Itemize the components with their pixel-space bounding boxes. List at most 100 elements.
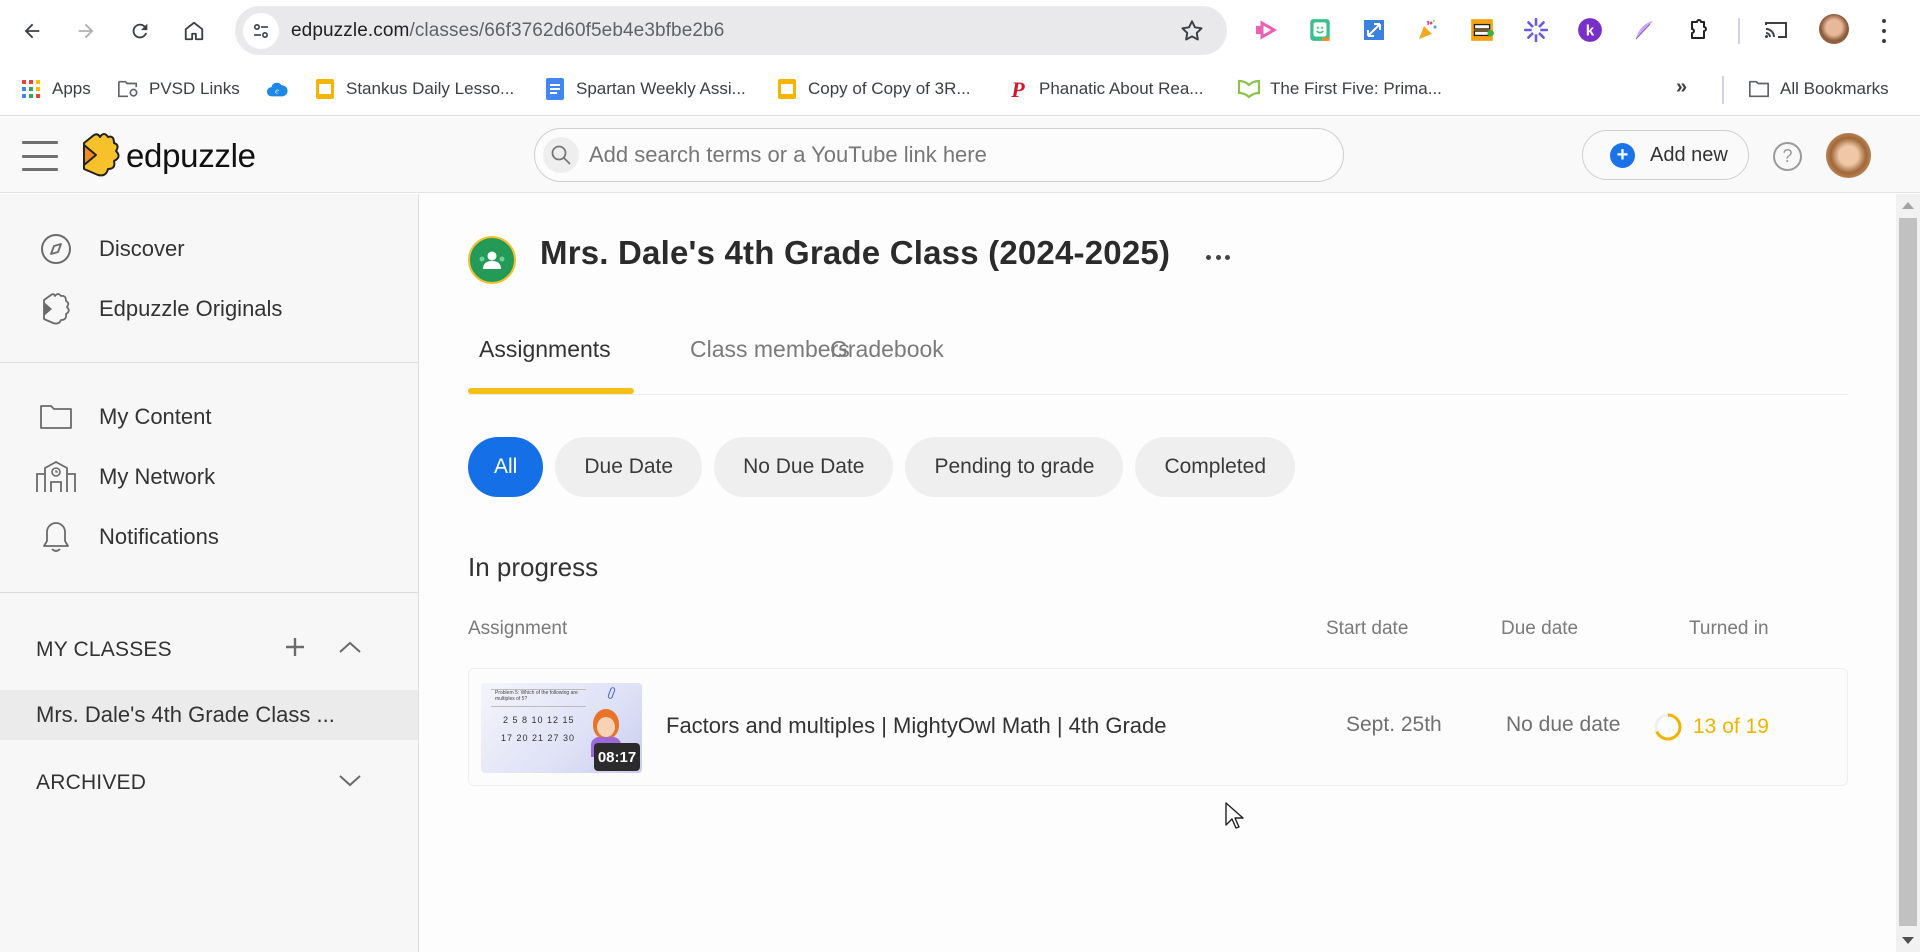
bookmark-pvsd-links[interactable]: PVSD Links (117, 74, 240, 104)
app-header: edpuzzle + Add new ? (0, 117, 1920, 193)
main-content: Mrs. Dale's 4th Grade Class (2024-2025) … (420, 194, 1896, 952)
expand-chevron-down-icon[interactable] (335, 766, 365, 796)
reload-button[interactable] (122, 13, 158, 49)
bookmark-first-five[interactable]: The First Five: Prima... (1238, 74, 1442, 104)
pink-arrow-extension-icon[interactable] (1252, 16, 1280, 44)
mouse-cursor-icon (1225, 802, 1244, 829)
add-new-label: Add new (1650, 143, 1728, 166)
edpuzzle-puzzle-logo-icon (83, 133, 120, 177)
cast-icon[interactable] (1762, 16, 1790, 44)
blue-resize-extension-icon[interactable] (1360, 16, 1388, 44)
assignment-start-date: Sept. 25th (1346, 713, 1442, 736)
paperclip-icon (607, 686, 616, 700)
site-settings-icon[interactable] (243, 12, 279, 49)
k-circle-extension-icon[interactable]: k (1576, 16, 1604, 44)
column-header-start-date: Start date (1326, 618, 1409, 639)
help-icon[interactable]: ? (1773, 142, 1802, 171)
bell-icon (36, 517, 76, 557)
bookmark-stankus-daily[interactable]: Stankus Daily Lesso... (314, 74, 514, 104)
green-smiley-extension-icon[interactable] (1306, 16, 1334, 44)
sidebar-item-notifications[interactable]: Notifications (0, 511, 418, 563)
scrollbar-thumb[interactable] (1899, 218, 1917, 926)
class-item-label: Mrs. Dale's 4th Grade Class ... (36, 702, 335, 727)
chip-label: No Due Date (743, 455, 865, 478)
sidebar-item-discover[interactable]: Discover (0, 223, 418, 275)
more-bookmarks-chevron[interactable]: » (1676, 76, 1687, 99)
turned-in-count: 13 of 19 (1693, 715, 1769, 738)
edpuzzle-logo[interactable]: edpuzzle (80, 131, 256, 181)
collapse-chevron-up-icon[interactable] (335, 632, 365, 662)
slides-icon (314, 78, 336, 100)
bookmark-phanatic[interactable]: P Phanatic About Rea... (1007, 74, 1203, 104)
open-book-icon (1238, 78, 1260, 100)
archived-heading[interactable]: ARCHIVED (36, 771, 146, 795)
tab-gradebook[interactable]: Gradebook (830, 324, 944, 394)
add-new-button[interactable]: + Add new (1582, 130, 1749, 180)
column-header-due-date: Due date (1501, 618, 1579, 639)
search-input[interactable] (589, 142, 1309, 168)
party-popper-extension-icon[interactable] (1414, 16, 1442, 44)
sidebar-class-item[interactable]: Mrs. Dale's 4th Grade Class ... (0, 690, 418, 740)
back-button[interactable] (14, 13, 50, 49)
purple-asterisk-extension-icon[interactable] (1522, 16, 1550, 44)
video-thumbnail[interactable]: Problem 5: Which of the following are mu… (481, 683, 642, 773)
scroll-up-arrow-icon[interactable] (1902, 202, 1914, 209)
search-bar[interactable] (534, 128, 1344, 182)
vertical-scrollbar[interactable] (1896, 194, 1920, 952)
bookmark-label: Apps (52, 79, 91, 98)
bookmark-apps[interactable]: Apps (20, 74, 91, 104)
tab-class-members[interactable]: Class members (690, 324, 850, 394)
bookmark-star-icon[interactable] (1179, 18, 1205, 44)
orange-bar-extension-icon[interactable] (1468, 16, 1496, 44)
all-bookmarks-button[interactable]: All Bookmarks (1748, 74, 1889, 104)
menu-hamburger-icon[interactable] (22, 141, 58, 171)
add-class-plus-icon[interactable] (280, 632, 310, 662)
assignment-title[interactable]: Factors and multiples | MightyOwl Math |… (666, 713, 1167, 739)
bookmark-label: PVSD Links (149, 79, 240, 98)
filter-due-date[interactable]: Due Date (555, 437, 703, 497)
chrome-menu-button[interactable] (1876, 16, 1892, 46)
bookmark-copy-of-copy[interactable]: Copy of Copy of 3R... (776, 74, 971, 104)
docs-icon (544, 78, 566, 100)
sidebar: Discover Edpuzzle Originals My Content M… (0, 194, 419, 952)
extensions-puzzle-icon[interactable] (1684, 16, 1712, 44)
address-bar[interactable]: edpuzzle.com/classes/66f3762d60f5eb4e3bf… (235, 6, 1227, 55)
svg-text:k: k (1586, 22, 1595, 39)
video-duration-badge: 08:17 (594, 743, 640, 771)
filter-no-due-date[interactable]: No Due Date (714, 437, 894, 497)
reload-icon (132, 23, 148, 39)
scroll-down-arrow-icon[interactable] (1902, 937, 1914, 944)
folder-icon (36, 397, 76, 437)
logo-text: edpuzzle (126, 137, 256, 174)
tab-label: Class members (690, 336, 850, 362)
school-building-icon (36, 457, 76, 497)
class-options-ellipsis-icon[interactable] (1200, 242, 1236, 272)
forward-button[interactable] (68, 13, 104, 49)
chip-label: All (494, 455, 518, 478)
feather-extension-icon[interactable] (1630, 16, 1658, 44)
chip-label: Due Date (584, 455, 674, 478)
assignment-row[interactable]: Problem 5: Which of the following are mu… (468, 668, 1848, 786)
edpuzzle-puzzle-icon (36, 289, 76, 329)
turned-in-progress[interactable]: 13 of 19 (1652, 711, 1769, 743)
sidebar-item-my-content[interactable]: My Content (0, 391, 418, 443)
plus-circle-icon: + (1610, 142, 1635, 168)
bookmark-cloud[interactable]: e (266, 74, 298, 104)
home-button[interactable] (176, 13, 212, 49)
sidebar-item-label: My Content (99, 404, 212, 429)
svg-text:e: e (275, 87, 279, 96)
chrome-profile-avatar[interactable] (1819, 14, 1849, 44)
filter-all[interactable]: All (468, 437, 544, 497)
filter-completed[interactable]: Completed (1135, 437, 1295, 497)
folder-gear-icon (117, 78, 139, 100)
tab-assignments[interactable]: Assignments (479, 324, 611, 394)
sidebar-item-my-network[interactable]: My Network (0, 451, 418, 503)
user-avatar[interactable] (1826, 133, 1871, 178)
sidebar-item-label: My Network (99, 464, 216, 489)
search-icon (543, 137, 579, 173)
filter-pending-to-grade[interactable]: Pending to grade (905, 437, 1124, 497)
sidebar-item-edpuzzle-originals[interactable]: Edpuzzle Originals (0, 283, 418, 335)
bookmark-spartan-weekly[interactable]: Spartan Weekly Assi... (544, 74, 746, 104)
column-header-assignment: Assignment (468, 618, 568, 639)
bookmark-label: Spartan Weekly Assi... (576, 79, 746, 98)
